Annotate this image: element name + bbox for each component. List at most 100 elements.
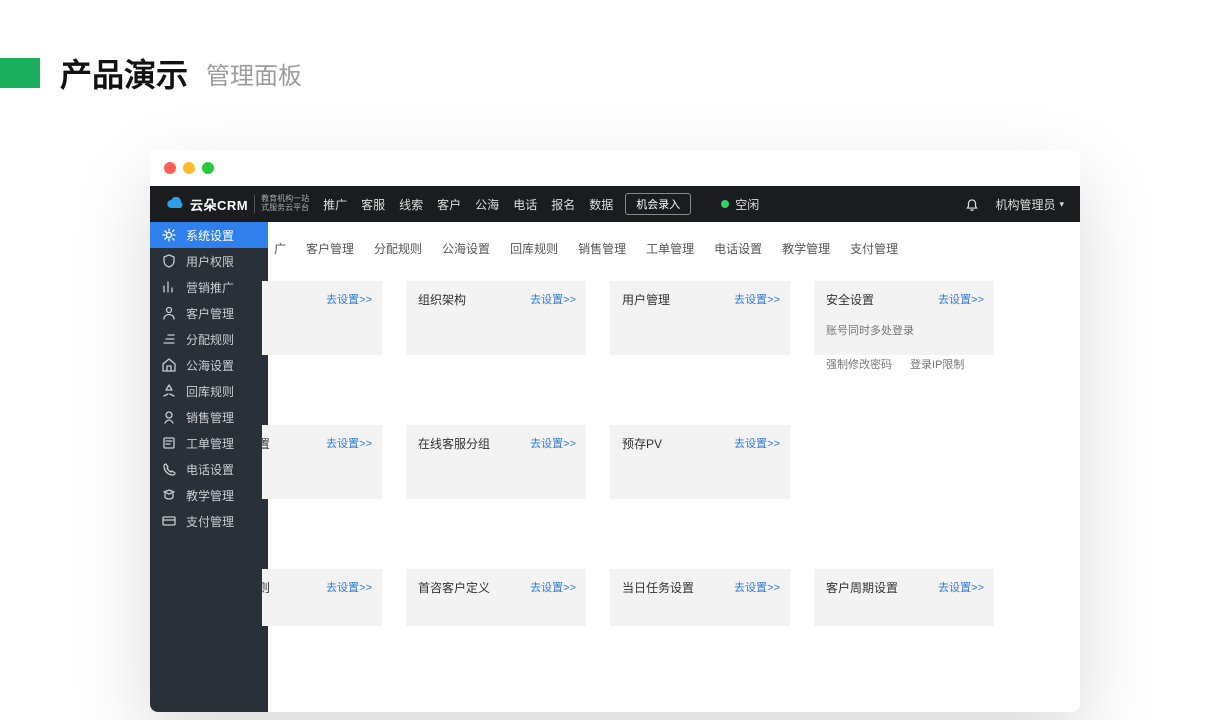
sidebar-item-ticket[interactable]: 工单管理 bbox=[150, 430, 268, 456]
card-title: 用户管理 bbox=[622, 293, 670, 307]
user-menu[interactable]: 机构管理员 ▾ bbox=[995, 196, 1064, 213]
card-sub-list: 账号同时多处登录强制修改密码 登录IP限制 bbox=[826, 322, 982, 372]
sidebar-item-recycle[interactable]: 回库规则 bbox=[150, 378, 268, 404]
sidebar-item-settings[interactable]: 系统设置 bbox=[150, 222, 268, 248]
sidebar-item-pay[interactable]: 支付管理 bbox=[150, 508, 268, 534]
cards-row: 则去设置>>首咨客户定义去设置>>当日任务设置去设置>>客户周期设置去设置>> bbox=[268, 569, 1080, 626]
topnav-item[interactable]: 报名 bbox=[551, 196, 575, 213]
card-sub-item: 强制修改密码 bbox=[826, 356, 892, 372]
accent-block bbox=[0, 58, 40, 88]
ticket-icon bbox=[162, 436, 176, 450]
chevron-down-icon: ▾ bbox=[1059, 199, 1064, 210]
go-settings-link[interactable]: 去设置>> bbox=[938, 579, 984, 595]
settings-card: 安全设置去设置>>账号同时多处登录强制修改密码登录IP限制 bbox=[814, 281, 994, 355]
topnav-item[interactable]: 客服 bbox=[361, 196, 385, 213]
go-settings-link[interactable]: 去设置>> bbox=[530, 435, 576, 451]
tab-item[interactable]: 教学管理 bbox=[772, 236, 840, 261]
sidebar-item-shield[interactable]: 用户权限 bbox=[150, 248, 268, 274]
topnav-item[interactable]: 推广 bbox=[323, 196, 347, 213]
sea-icon bbox=[162, 358, 176, 372]
go-settings-link[interactable]: 去设置>> bbox=[326, 435, 372, 451]
user-icon bbox=[162, 306, 176, 320]
go-settings-link[interactable]: 去设置>> bbox=[734, 579, 780, 595]
settings-card: 置去设置>> bbox=[262, 425, 382, 499]
sidebar: 系统设置用户权限营销推广客户管理分配规则公海设置回库规则销售管理工单管理电话设置… bbox=[150, 222, 268, 712]
sidebar-item-sea[interactable]: 公海设置 bbox=[150, 352, 268, 378]
settings-card: 预存PV 去设置>> bbox=[610, 425, 790, 499]
sidebar-item-label: 客户管理 bbox=[186, 305, 234, 322]
page-title-main: 产品演示 bbox=[60, 50, 188, 96]
settings-card: 组织架构 去设置>> bbox=[406, 281, 586, 355]
maximize-dot[interactable] bbox=[202, 162, 214, 174]
go-settings-link[interactable]: 去设置>> bbox=[326, 579, 372, 595]
go-settings-link[interactable]: 去设置>> bbox=[326, 291, 372, 307]
card-title: 当日任务设置 bbox=[622, 581, 694, 595]
logo: 云朵CRM 教育机构一站 式服务云平台 bbox=[166, 195, 309, 214]
sidebar-item-label: 系统设置 bbox=[186, 227, 234, 244]
card-title: 安全设置 bbox=[826, 293, 874, 307]
topnav-item[interactable]: 电话 bbox=[513, 196, 537, 213]
bell-icon[interactable] bbox=[965, 197, 979, 211]
settings-card: 去设置>> bbox=[262, 281, 382, 355]
card-title: 预存PV bbox=[622, 437, 662, 451]
sidebar-item-label: 营销推广 bbox=[186, 279, 234, 296]
sidebar-item-sales[interactable]: 销售管理 bbox=[150, 404, 268, 430]
tab-item[interactable]: 销售管理 bbox=[568, 236, 636, 261]
topnav-item[interactable]: 公海 bbox=[475, 196, 499, 213]
settings-icon bbox=[162, 228, 176, 242]
sidebar-item-label: 工单管理 bbox=[186, 435, 234, 452]
user-label: 机构管理员 bbox=[995, 196, 1055, 213]
topnav-item[interactable]: 客户 bbox=[437, 196, 461, 213]
card-sub-item: 账号同时多处登录 bbox=[826, 322, 914, 338]
go-settings-link[interactable]: 去设置>> bbox=[734, 291, 780, 307]
card-title: 在线客服分组 bbox=[418, 437, 490, 451]
go-settings-link[interactable]: 去设置>> bbox=[938, 291, 984, 307]
settings-card: 用户管理 去设置>> bbox=[610, 281, 790, 355]
shield-icon bbox=[162, 254, 176, 268]
sidebar-item-chart[interactable]: 营销推广 bbox=[150, 274, 268, 300]
record-entry-button[interactable]: 机会录入 bbox=[625, 193, 691, 215]
tab-item[interactable]: 公海设置 bbox=[432, 236, 500, 261]
tab-item[interactable]: 回库规则 bbox=[500, 236, 568, 261]
topnav-item[interactable]: 线索 bbox=[399, 196, 423, 213]
sidebar-item-label: 分配规则 bbox=[186, 331, 234, 348]
close-dot[interactable] bbox=[164, 162, 176, 174]
card-title: 组织架构 bbox=[418, 293, 466, 307]
status-dot-icon bbox=[721, 200, 729, 208]
card-sub-item: 登录IP限制 bbox=[910, 356, 964, 372]
card-title: 首咨客户定义 bbox=[418, 581, 490, 595]
card-title: 置 bbox=[258, 435, 270, 452]
settings-card: 当日任务设置 去设置>> bbox=[610, 569, 790, 626]
page-header: 产品演示 管理面板 bbox=[0, 0, 1210, 126]
sidebar-item-teach[interactable]: 教学管理 bbox=[150, 482, 268, 508]
go-settings-link[interactable]: 去设置>> bbox=[530, 579, 576, 595]
topnav-item[interactable]: 数据 bbox=[589, 196, 613, 213]
sidebar-item-label: 销售管理 bbox=[186, 409, 234, 426]
tab-item[interactable]: 支付管理 bbox=[840, 236, 908, 261]
status-label: 空闲 bbox=[735, 196, 759, 213]
sidebar-item-assign[interactable]: 分配规则 bbox=[150, 326, 268, 352]
settings-card: 在线客服分组 去设置>> bbox=[406, 425, 586, 499]
minimize-dot[interactable] bbox=[183, 162, 195, 174]
window-chrome bbox=[150, 150, 1080, 186]
settings-card: 首咨客户定义 去设置>> bbox=[406, 569, 586, 626]
status-indicator[interactable]: 空闲 bbox=[721, 196, 759, 213]
go-settings-link[interactable]: 去设置>> bbox=[734, 435, 780, 451]
sidebar-item-user[interactable]: 客户管理 bbox=[150, 300, 268, 326]
sidebar-item-phone[interactable]: 电话设置 bbox=[150, 456, 268, 482]
pay-icon bbox=[162, 514, 176, 528]
logo-subtitle: 教育机构一站 式服务云平台 bbox=[254, 195, 309, 213]
settings-card: 客户周期设置去设置>> bbox=[814, 569, 994, 626]
content: 广客户管理分配规则公海设置回库规则销售管理工单管理电话设置教学管理支付管理 去设… bbox=[268, 222, 1080, 712]
tab-item[interactable]: 客户管理 bbox=[296, 236, 364, 261]
tab-item[interactable]: 广 bbox=[264, 236, 296, 261]
go-settings-link[interactable]: 去设置>> bbox=[530, 291, 576, 307]
tabs: 广客户管理分配规则公海设置回库规则销售管理工单管理电话设置教学管理支付管理 bbox=[264, 222, 1080, 275]
cards-row: 去设置>> 组织架构 去设置>> 用户管理 去设置>> 安全设置 去设置>> 账号同时多处登录… bbox=[268, 281, 1080, 355]
tab-item[interactable]: 分配规则 bbox=[364, 236, 432, 261]
tab-item[interactable]: 电话设置 bbox=[704, 236, 772, 261]
page-title-sub: 管理面板 bbox=[206, 56, 302, 91]
sidebar-item-label: 支付管理 bbox=[186, 513, 234, 530]
tab-item[interactable]: 工单管理 bbox=[636, 236, 704, 261]
sidebar-item-label: 回库规则 bbox=[186, 383, 234, 400]
